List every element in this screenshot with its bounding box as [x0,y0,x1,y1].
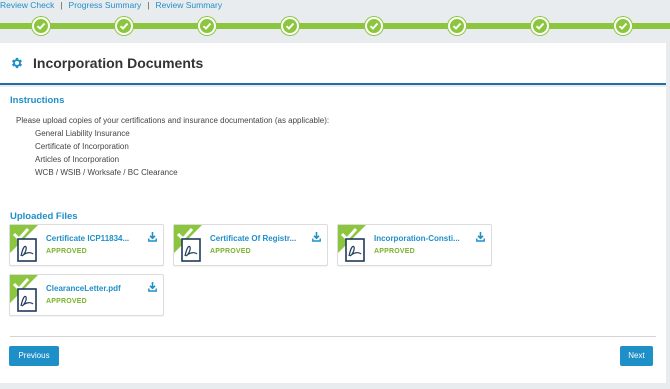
download-icon[interactable] [476,232,485,242]
previous-button[interactable]: Previous [9,346,59,366]
file-name-link[interactable]: Incorporation-Consti... [374,234,474,243]
instructions-intro: Please upload copies of your certificati… [16,116,330,125]
approved-ribbon [10,225,38,262]
instructions-heading: Instructions [10,95,65,106]
status-badge: APPROVED [210,248,251,255]
status-badge: APPROVED [46,248,87,255]
progress-step-6[interactable] [448,17,466,35]
progress-step-1[interactable] [32,17,50,35]
file-card[interactable]: ClearanceLetter.pdf APPROVED [9,274,164,316]
document-item: Articles of Incorporation [35,155,120,164]
main-panel: Instructions Please upload copies of you… [0,87,666,383]
file-card[interactable]: Certificate Of Registr... APPROVED [173,224,328,266]
progress-step-2[interactable] [115,17,133,35]
progress-track [0,23,670,29]
check-icon [119,22,129,30]
check-icon [369,22,379,30]
review-summary-link[interactable]: Review Summary [156,0,223,11]
file-name-link[interactable]: ClearanceLetter.pdf [46,284,146,293]
progress-step-4[interactable] [281,17,299,35]
progress-step-5[interactable] [365,17,383,35]
divider [10,336,656,337]
status-badge: APPROVED [46,298,87,305]
check-icon [285,22,295,30]
uploaded-files-heading: Uploaded Files [10,211,78,222]
document-item: Certificate of Incorporation [35,142,129,151]
progress-step-3[interactable] [198,17,216,35]
page-title: Incorporation Documents [33,55,204,71]
progress-step-8[interactable] [614,17,632,35]
file-name-link[interactable]: Certificate ICP11834... [46,234,146,243]
progress-step-7[interactable] [531,17,549,35]
page-header: Incorporation Documents [0,43,666,85]
download-icon[interactable] [148,232,157,242]
next-button[interactable]: Next [620,346,653,366]
progress-summary-link[interactable]: Progress Summary [69,0,142,11]
check-icon [202,22,212,30]
link-separator: | [60,0,63,10]
approved-ribbon [174,225,202,262]
download-icon[interactable] [312,232,321,242]
file-name-link[interactable]: Certificate Of Registr... [210,234,310,243]
gear-icon [11,57,23,69]
progress-bar [0,14,670,38]
check-icon [618,22,628,30]
document-item: General Liability Insurance [35,129,130,138]
document-list: General Liability Insurance Certificate … [35,127,178,179]
file-card[interactable]: Incorporation-Consti... APPROVED [337,224,492,266]
top-links: Review Check | Progress Summary | Review Sum… [0,0,222,12]
link-separator: | [147,0,150,10]
status-badge: APPROVED [374,248,415,255]
check-icon [36,22,46,30]
document-item: WCB / WSIB / Worksafe / BC Clearance [35,168,178,177]
check-icon [452,22,462,30]
approved-ribbon [338,225,366,262]
file-card[interactable]: Certificate ICP11834... APPROVED [9,224,164,266]
approved-ribbon [10,275,38,312]
check-icon [535,22,545,30]
review-check-link[interactable]: Review Check [0,0,54,11]
download-icon[interactable] [148,282,157,292]
